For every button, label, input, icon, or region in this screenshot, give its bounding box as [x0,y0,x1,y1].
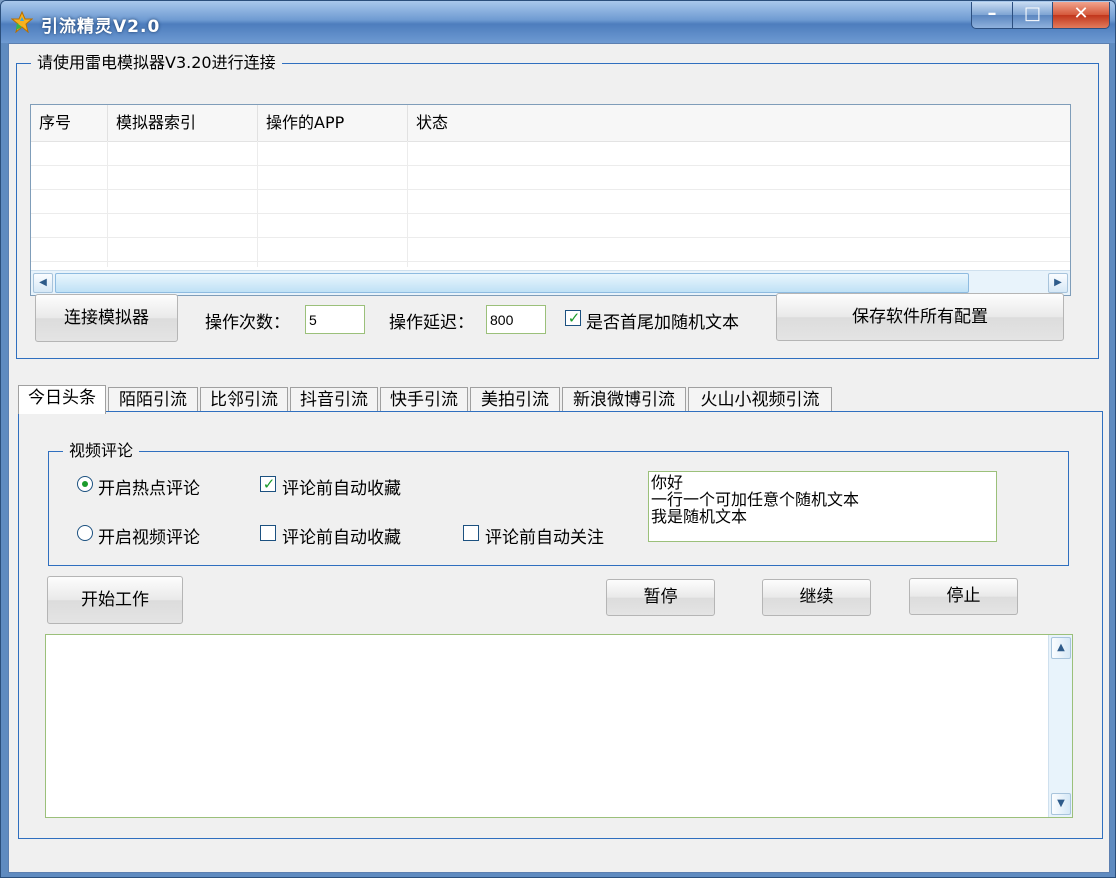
column-divider [407,141,408,267]
video-comment-radio[interactable] [77,525,93,541]
tab-kuaishou[interactable]: 快手引流 [380,387,468,412]
random-text-area[interactable]: 你好 一行一个可加任意个随机文本 我是随机文本 [648,471,997,542]
resume-button[interactable]: 继续 [762,579,871,616]
maximize-button[interactable]: □ [1012,2,1053,29]
check-icon: ✓ [567,309,581,327]
minimize-button[interactable]: – [971,2,1013,29]
op-count-label: 操作次数： [205,313,290,333]
auto-collect-checkbox-1[interactable]: ✓ [260,475,276,493]
table-row[interactable] [31,214,1070,238]
auto-follow-checkbox[interactable] [463,525,479,541]
title-bar[interactable]: 引流精灵V2.0 – □ ✕ [1,1,1115,43]
app-logo-icon [11,11,33,33]
client-area: 请使用雷电模拟器V3.20进行连接 序号 模拟器索引 操作的APP 状态 ◀ ▶… [8,43,1110,873]
video-comment-group-title: 视频评论 [63,441,140,461]
minimize-icon: – [987,3,997,24]
horizontal-scrollbar[interactable]: ◀ ▶ [31,270,1070,295]
vertical-scrollbar[interactable]: ▲ ▼ [1048,635,1072,817]
log-output-area[interactable]: ▲ ▼ [45,634,1073,818]
emulator-list[interactable]: 序号 模拟器索引 操作的APP 状态 ◀ ▶ [30,104,1071,296]
scroll-down-icon[interactable]: ▼ [1051,793,1071,815]
column-header-index[interactable]: 序号 [31,105,108,141]
op-count-input[interactable] [305,305,365,334]
list-header: 序号 模拟器索引 操作的APP 状态 [31,105,1070,142]
scroll-right-icon[interactable]: ▶ [1048,273,1068,293]
op-delay-label: 操作延迟： [389,313,474,333]
save-config-button[interactable]: 保存软件所有配置 [776,293,1064,341]
connect-emulator-button[interactable]: 连接模拟器 [35,294,178,342]
table-row[interactable] [31,190,1070,214]
connection-group-title: 请使用雷电模拟器V3.20进行连接 [31,53,282,73]
stop-button[interactable]: 停止 [909,578,1018,615]
tab-meipai[interactable]: 美拍引流 [470,387,560,412]
column-header-app[interactable]: 操作的APP [258,105,408,141]
hot-comment-label: 开启热点评论 [98,479,200,499]
hot-comment-radio[interactable] [77,476,93,492]
app-window: 引流精灵V2.0 – □ ✕ 请使用雷电模拟器V3.20进行连接 序号 模拟器索… [0,0,1116,878]
column-divider [257,141,258,267]
random-text-label: 是否首尾加随机文本 [586,313,739,333]
maximize-icon: □ [1023,3,1041,24]
tab-momo[interactable]: 陌陌引流 [108,387,198,412]
random-text-checkbox[interactable]: ✓ [565,309,581,327]
op-delay-input[interactable] [486,305,546,334]
column-header-emulator-index[interactable]: 模拟器索引 [108,105,258,141]
tab-weibo[interactable]: 新浪微博引流 [562,387,686,412]
table-row[interactable] [31,166,1070,190]
video-comment-label: 开启视频评论 [98,528,200,548]
column-divider [107,141,108,267]
video-comment-group: 视频评论 开启热点评论 ✓ 评论前自动收藏 开启视频评论 评论前自动收藏 评论前… [48,441,1069,566]
connection-group: 请使用雷电模拟器V3.20进行连接 序号 模拟器索引 操作的APP 状态 ◀ ▶… [16,53,1099,359]
table-row[interactable] [31,238,1070,262]
tab-toutiao[interactable]: 今日头条 [18,385,106,414]
tab-bilin[interactable]: 比邻引流 [200,387,288,412]
tab-douyin[interactable]: 抖音引流 [290,387,378,412]
pause-button[interactable]: 暂停 [606,579,715,616]
start-work-button[interactable]: 开始工作 [47,576,183,624]
window-title: 引流精灵V2.0 [41,17,161,37]
scroll-up-icon[interactable]: ▲ [1051,637,1071,659]
auto-collect-label-2: 评论前自动收藏 [282,528,401,548]
auto-collect-checkbox-2[interactable] [260,525,276,541]
auto-follow-label: 评论前自动关注 [485,528,604,548]
horizontal-scroll-thumb[interactable] [55,273,969,293]
close-icon: ✕ [1073,3,1089,24]
check-icon: ✓ [262,475,276,493]
table-row[interactable] [31,142,1070,166]
scroll-left-icon[interactable]: ◀ [33,273,53,293]
column-header-status[interactable]: 状态 [408,105,1070,141]
radio-selected-dot [82,481,88,487]
auto-collect-label-1: 评论前自动收藏 [282,479,401,499]
tab-huoshan[interactable]: 火山小视频引流 [688,387,832,412]
tab-panel-toutiao: 视频评论 开启热点评论 ✓ 评论前自动收藏 开启视频评论 评论前自动收藏 评论前… [18,411,1103,839]
close-button[interactable]: ✕ [1052,2,1110,29]
